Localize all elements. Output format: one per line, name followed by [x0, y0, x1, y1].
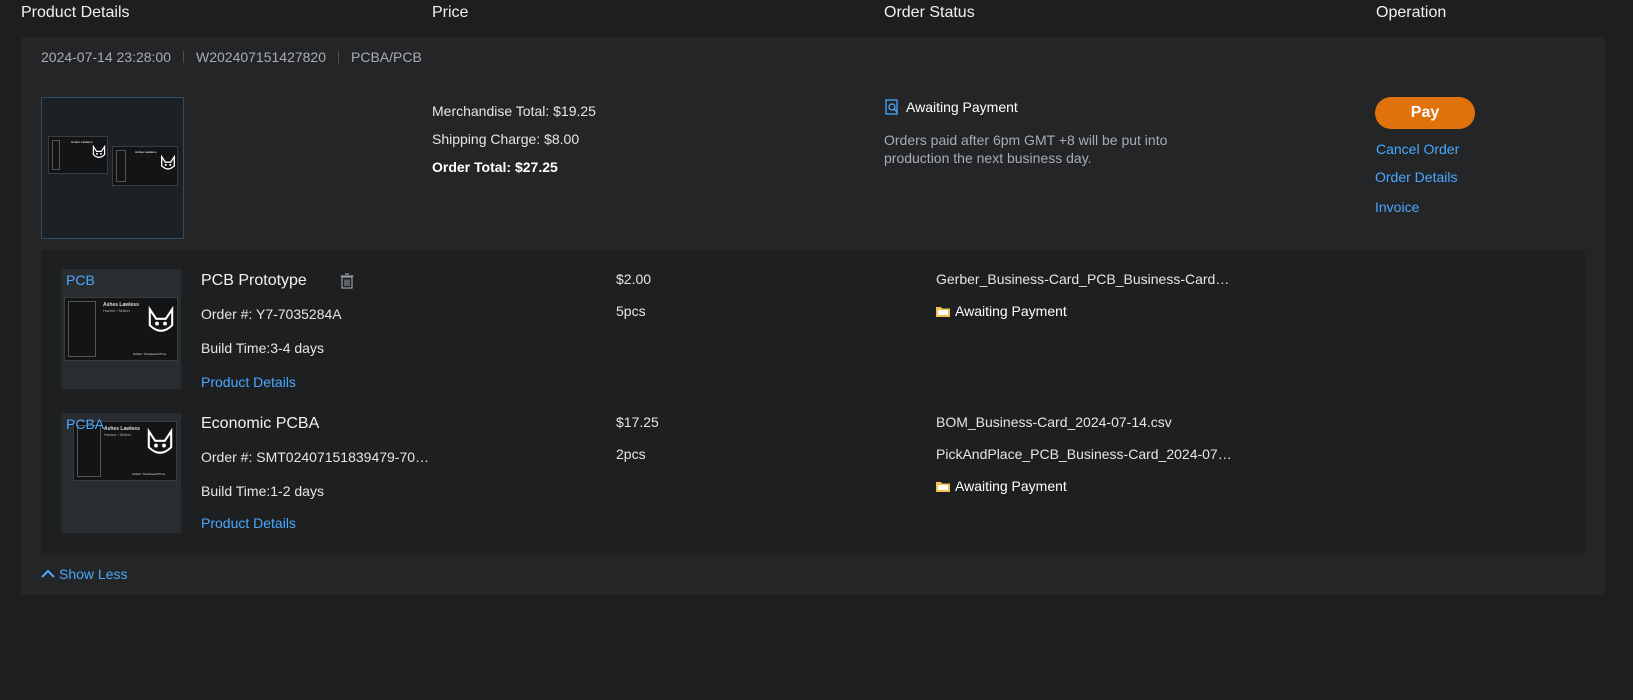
item-quantity: 2pcs [616, 446, 646, 462]
order-thumbnail[interactable]: Ashes Lawless Ashes Lawless [41, 97, 184, 239]
order-status-block: Awaiting Payment Orders paid after 6pm G… [884, 97, 1174, 167]
product-thumbnail[interactable]: PCBA Ashes Lawless Hacker / Maker Github… [61, 413, 181, 533]
item-status: Awaiting Payment [936, 303, 1067, 319]
board-outline [52, 140, 60, 170]
pick-and-place-file-name[interactable]: PickAndPlace_PCB_Business-Card_2024-07-1… [936, 446, 1236, 462]
product-name: Economic PCBA [201, 415, 320, 432]
order-status-text: Awaiting Payment [906, 99, 1018, 115]
column-price: Price [432, 4, 469, 21]
board-subtitle: Hacker / Maker [104, 432, 132, 437]
gerber-file-name[interactable]: Gerber_Business-Card_PCB_Business-Card_2… [936, 271, 1236, 287]
build-time: Build Time:3-4 days [201, 340, 324, 356]
product-details-link[interactable]: Product Details [201, 515, 296, 531]
bom-file-name[interactable]: BOM_Business-Card_2024-07-14.csv [936, 414, 1236, 430]
folder-icon [936, 482, 950, 492]
show-less-toggle[interactable]: Show Less [41, 566, 127, 582]
divider [183, 51, 184, 63]
operations: Pay Cancel Order Order Details Invoice [1375, 97, 1475, 215]
column-order-status: Order Status [884, 4, 975, 21]
item-price: $2.00 [616, 271, 652, 287]
board-footer: Github: TheNewerthTime [132, 472, 166, 476]
cat-logo-icon [147, 428, 173, 454]
order-details-link[interactable]: Order Details [1375, 169, 1475, 185]
order-status: Awaiting Payment [884, 97, 1174, 117]
cat-logo-icon [92, 145, 106, 158]
item-status-text: Awaiting Payment [955, 478, 1067, 494]
product-thumbnail[interactable]: PCB Ashes Lawless Hacker / Maker Github:… [61, 269, 181, 389]
build-time: Build Time:1-2 days [201, 483, 324, 499]
show-less-label: Show Less [59, 566, 128, 582]
order-items: PCB Ashes Lawless Hacker / Maker Github:… [41, 250, 1585, 555]
board-title: Ashes Lawless [135, 150, 157, 154]
item-quantity: 5pcs [616, 303, 646, 319]
order-total: Order Total: $27.25 [432, 159, 558, 175]
board-footer: Github: TheNewerthTime [133, 352, 167, 356]
order-number: Order #: Y7-7035284A [201, 306, 342, 322]
payment-cutoff-note: Orders paid after 6pm GMT +8 will be put… [884, 132, 1168, 166]
product-type-tag: PCB [66, 272, 95, 288]
order-type: PCBA/PCB [351, 49, 422, 65]
product-name: PCB Prototype [201, 272, 307, 289]
board-outline [116, 150, 126, 182]
order-card: 2024-07-14 23:28:00 W202407151427820 PCB… [21, 37, 1605, 595]
board-subtitle: Hacker / Maker [103, 308, 131, 313]
folder-icon [936, 307, 950, 317]
pay-button[interactable]: Pay [1375, 97, 1475, 129]
item-status: Awaiting Payment [936, 478, 1067, 494]
document-search-icon [885, 99, 898, 115]
cat-logo-icon [148, 306, 174, 332]
column-header: Product Details Price Order Status Opera… [0, 0, 1633, 36]
order-number: Order #: SMT02407151839479-7035284A [201, 449, 436, 465]
column-operation: Operation [1376, 4, 1447, 21]
board-title: Ashes Lawless [71, 140, 93, 144]
cancel-order-link[interactable]: Cancel Order [1376, 141, 1475, 157]
invoice-link[interactable]: Invoice [1375, 199, 1475, 215]
order-price-summary: Merchandise Total: $19.25 Shipping Charg… [432, 97, 596, 181]
cat-logo-icon [161, 155, 175, 170]
chevron-up-icon [41, 569, 55, 578]
trash-icon[interactable] [340, 273, 354, 289]
thumbnail-board-back: Ashes Lawless [112, 146, 178, 186]
column-product-details: Product Details [21, 4, 130, 21]
thumbnail-board-front: Ashes Lawless [48, 136, 108, 174]
order-date: 2024-07-14 23:28:00 [41, 49, 171, 65]
board-outline [77, 425, 101, 477]
shipping-charge: Shipping Charge: $8.00 [432, 131, 580, 147]
merchandise-total: Merchandise Total: $19.25 [432, 103, 596, 119]
pcb-board-image: Ashes Lawless Hacker / Maker Github: The… [64, 297, 178, 361]
product-type-tag: PCBA [66, 416, 105, 432]
order-meta: 2024-07-14 23:28:00 W202407151427820 PCB… [41, 49, 422, 65]
product-details-link[interactable]: Product Details [201, 374, 296, 390]
order-number: W202407151427820 [196, 49, 327, 65]
item-status-text: Awaiting Payment [955, 303, 1067, 319]
board-outline [68, 301, 96, 357]
divider [338, 51, 340, 63]
item-price: $17.25 [616, 414, 659, 430]
